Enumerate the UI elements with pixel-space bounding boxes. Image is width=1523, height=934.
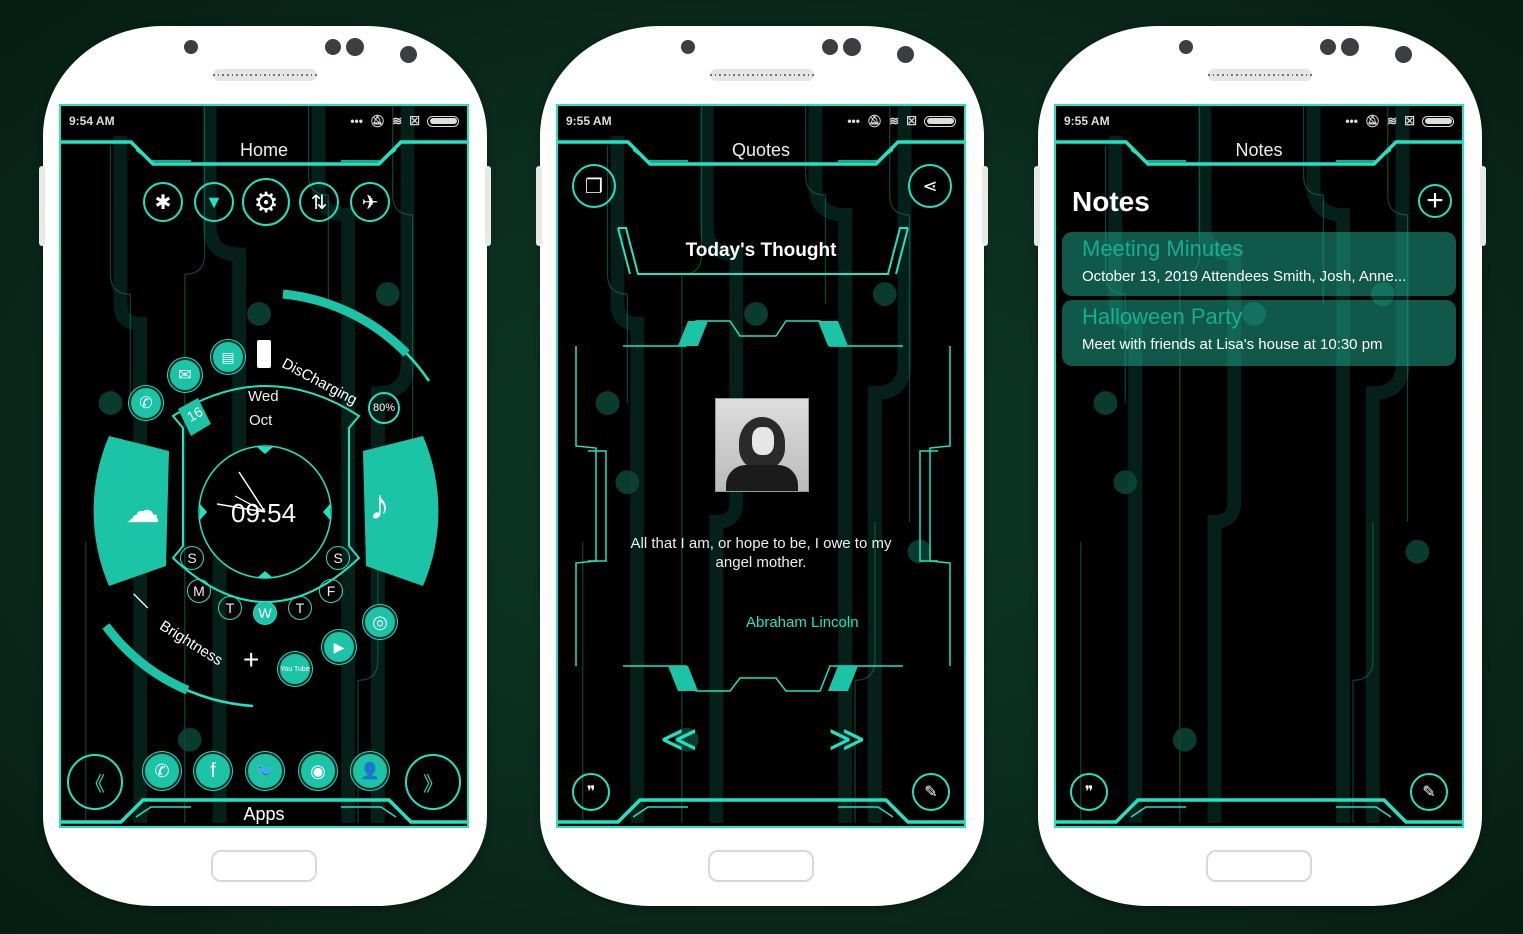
side-button	[536, 166, 542, 246]
weekday-sunday[interactable]: S	[180, 546, 204, 570]
weekday-tuesday[interactable]: T	[218, 596, 242, 620]
sensor-icon	[822, 39, 838, 55]
whatsapp-app[interactable]: ✆	[143, 752, 181, 790]
earpiece-speaker	[212, 69, 318, 81]
front-camera-icon	[897, 46, 914, 63]
sensor-icon	[346, 38, 364, 56]
play-store-icon: ▶	[333, 638, 345, 655]
twitter-icon: 🐦	[255, 763, 275, 780]
contacts-icon: 👤	[360, 763, 380, 780]
phone-app[interactable]: ✆	[129, 386, 163, 420]
sensor-icon	[843, 38, 861, 56]
bottom-frame	[558, 798, 964, 824]
whatsapp-icon: ✆	[154, 760, 170, 781]
phone-icon: ✆	[139, 395, 153, 412]
note-item[interactable]: Halloween Party Meet with friends at Lis…	[1062, 300, 1456, 366]
weekday-monday[interactable]: M	[187, 579, 211, 603]
play-store-app[interactable]: ▶	[322, 630, 356, 664]
note-preview: Meet with friends at Lisa's house at 10:…	[1082, 336, 1383, 353]
more-dots-icon: •••	[1345, 114, 1358, 128]
plus-icon: +	[1426, 184, 1444, 217]
brightness-increase-button[interactable]: +	[243, 644, 259, 676]
date-weekday: Wed	[248, 388, 279, 405]
twitter-app[interactable]: 🐦	[246, 752, 284, 790]
battery-percent: 80%	[368, 392, 400, 424]
front-sensor-icon	[1179, 40, 1193, 54]
weather-icon[interactable]: ☁	[126, 491, 160, 531]
note-item[interactable]: Meeting Minutes October 13, 2019 Attende…	[1062, 232, 1456, 296]
contacts-app[interactable]: 👤	[351, 752, 389, 790]
hardware-home-button[interactable]	[211, 850, 317, 882]
facebook-icon: f	[210, 759, 216, 782]
next-quote-button[interactable]: ≫	[828, 718, 866, 760]
battery-percent-label: 80%	[372, 402, 396, 414]
front-sensor-icon	[681, 40, 695, 54]
author-portrait	[715, 398, 809, 492]
page-title: Notes	[1235, 140, 1283, 160]
battery-status-icon	[257, 340, 271, 368]
quote-author: Abraham Lincoln	[746, 614, 859, 631]
weekday-friday[interactable]: F	[319, 579, 343, 603]
weekday-thursday[interactable]: T	[288, 596, 312, 620]
title-bar: Notes	[1056, 136, 1462, 172]
side-button	[39, 166, 45, 246]
quote-header: Today's Thought	[685, 240, 837, 261]
side-button	[982, 166, 988, 246]
note-title: Halloween Party	[1082, 304, 1243, 329]
hardware-home-button[interactable]	[708, 850, 814, 882]
instagram-icon: ◉	[310, 760, 326, 781]
note-preview: October 13, 2019 Attendees Smith, Josh, …	[1082, 268, 1407, 285]
note-title: Meeting Minutes	[1082, 236, 1244, 261]
side-button	[485, 166, 491, 246]
message-app[interactable]: ▤	[211, 340, 245, 374]
battery-icon	[1422, 115, 1454, 127]
phone-home: 9:54 AM ••• 🔕︎ ≋ ☒ Home ✱ ▼ ⚙ ⇅ ✈ ☁ ♪ 16…	[39, 26, 491, 906]
status-time: 9:55 AM	[1064, 114, 1110, 128]
youtube-icon: You Tube	[280, 665, 310, 673]
weekday-wednesday[interactable]: W	[253, 601, 277, 625]
previous-quote-button[interactable]: ≪	[660, 718, 698, 760]
notes-heading: Notes	[1072, 186, 1150, 217]
mute-icon: 🔕︎	[1364, 114, 1381, 128]
bottom-frame	[1056, 798, 1462, 824]
wifi-icon: ≋	[1387, 114, 1398, 128]
date-month: Oct	[249, 412, 273, 429]
dial-graphics	[93, 289, 439, 711]
digital-clock: 09:54	[231, 498, 297, 528]
front-sensor-icon	[184, 40, 198, 54]
front-camera-icon	[1395, 46, 1412, 63]
quote-text: All that I am, or hope to be, I owe to m…	[630, 535, 892, 571]
email-icon: ✉	[178, 367, 192, 384]
sensor-icon	[1341, 38, 1359, 56]
phone-quotes: 9:55 AM ••• 🔕︎ ≋ ☒ Quotes ❐ ⋖ Today's Th…	[536, 26, 988, 906]
instagram-app[interactable]: ◉	[299, 752, 337, 790]
facebook-app[interactable]: f	[194, 752, 232, 790]
earpiece-speaker	[709, 69, 815, 81]
sensor-icon	[1320, 39, 1336, 55]
status-bar: 9:55 AM ••• 🔕︎ ≋ ☒	[1056, 106, 1462, 136]
home-screen: 9:54 AM ••• 🔕︎ ≋ ☒ Home ✱ ▼ ⚙ ⇅ ✈ ☁ ♪ 16…	[59, 104, 469, 828]
hardware-home-button[interactable]	[1206, 850, 1312, 882]
sim-icon: ☒	[1404, 114, 1415, 128]
apps-drawer-label[interactable]: Apps	[61, 804, 467, 825]
notes-screen: 9:55 AM ••• 🔕︎ ≋ ☒ Notes Notes + Meeting…	[1054, 104, 1464, 828]
add-note-button[interactable]: +	[1418, 184, 1452, 218]
earpiece-speaker	[1207, 69, 1313, 81]
weekday-saturday[interactable]: S	[326, 546, 350, 570]
chrome-app[interactable]: ◎	[363, 605, 397, 639]
email-app[interactable]: ✉	[168, 358, 202, 392]
sensor-icon	[325, 39, 341, 55]
quotes-screen: 9:55 AM ••• 🔕︎ ≋ ☒ Quotes ❐ ⋖ Today's Th…	[556, 104, 966, 828]
phone-notes: 9:55 AM ••• 🔕︎ ≋ ☒ Notes Notes + Meeting…	[1034, 26, 1486, 906]
youtube-app[interactable]: You Tube	[278, 652, 312, 686]
message-icon: ▤	[221, 348, 235, 365]
music-icon[interactable]: ♪	[369, 481, 390, 529]
side-button	[1480, 166, 1486, 246]
side-button	[1034, 166, 1040, 246]
chrome-icon: ◎	[372, 611, 388, 632]
front-camera-icon	[400, 46, 417, 63]
